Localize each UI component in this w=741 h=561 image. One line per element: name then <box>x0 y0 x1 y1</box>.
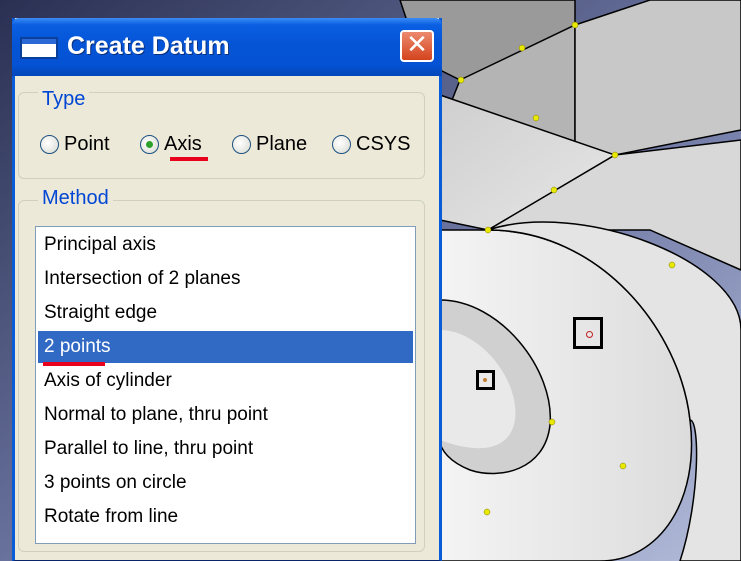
radio-plane-label[interactable]: Plane <box>256 133 307 156</box>
radio-point-label[interactable]: Point <box>64 133 110 156</box>
method-item-straight-edge[interactable]: Straight edge <box>38 297 413 329</box>
pick-marker-outer <box>573 317 603 349</box>
window-icon <box>20 37 58 59</box>
radio-axis[interactable]: Axis <box>140 133 202 156</box>
pick-marker-inner <box>476 370 495 390</box>
method-item-axis-of-cylinder[interactable]: Axis of cylinder <box>38 365 413 397</box>
annotation-underline-axis <box>170 157 208 161</box>
radio-axis-label[interactable]: Axis <box>164 133 202 156</box>
radio-csys-circle[interactable] <box>332 135 351 154</box>
method-group-label: Method <box>38 187 113 210</box>
annotation-underline-2-points <box>43 362 105 366</box>
radio-axis-circle[interactable] <box>140 135 159 154</box>
close-icon: ✕ <box>406 30 428 60</box>
method-listbox[interactable]: Principal axis Intersection of 2 planes … <box>35 226 416 544</box>
type-group-label: Type <box>38 88 90 111</box>
radio-point-circle[interactable] <box>40 135 59 154</box>
title-bar[interactable]: Create Datum ✕ <box>12 18 442 76</box>
close-button[interactable]: ✕ <box>400 30 434 62</box>
radio-plane-circle[interactable] <box>232 135 251 154</box>
method-item-rotate-from-line[interactable]: Rotate from line <box>38 501 413 533</box>
method-item-principal-axis[interactable]: Principal axis <box>38 229 413 261</box>
method-item-normal-to-plane[interactable]: Normal to plane, thru point <box>38 399 413 431</box>
radio-plane[interactable]: Plane <box>232 133 307 156</box>
method-item-parallel-to-line[interactable]: Parallel to line, thru point <box>38 433 413 465</box>
radio-point[interactable]: Point <box>40 133 110 156</box>
method-item-3-points-on-circle[interactable]: 3 points on circle <box>38 467 413 499</box>
radio-csys-label[interactable]: CSYS <box>356 133 410 156</box>
method-item-2-points[interactable]: 2 points <box>38 331 413 363</box>
radio-csys[interactable]: CSYS <box>332 133 410 156</box>
dialog-title: Create Datum <box>67 32 230 60</box>
method-item-intersection-of-2-planes[interactable]: Intersection of 2 planes <box>38 263 413 295</box>
